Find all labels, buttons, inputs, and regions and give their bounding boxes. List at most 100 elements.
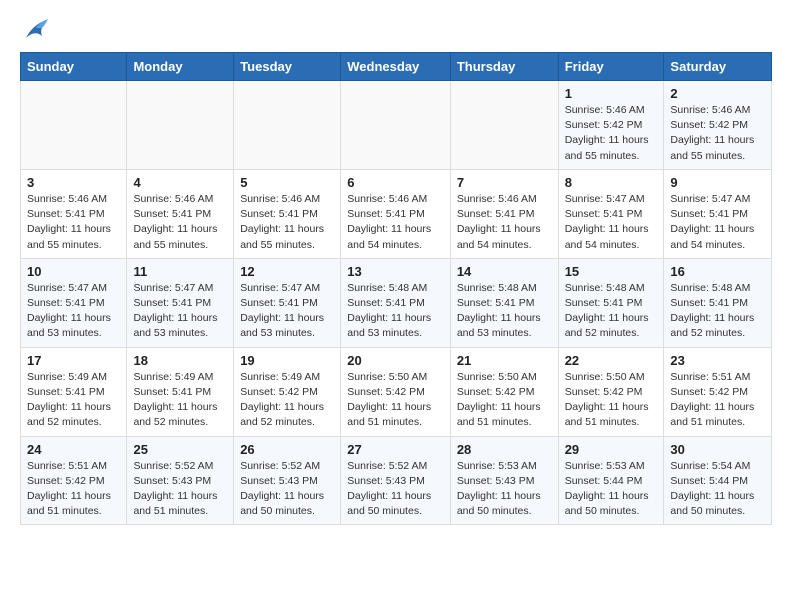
day-info: Sunrise: 5:54 AMSunset: 5:44 PMDaylight:… [670,459,765,520]
day-info: Sunrise: 5:47 AMSunset: 5:41 PMDaylight:… [240,281,334,342]
calendar-cell: 26Sunrise: 5:52 AMSunset: 5:43 PMDayligh… [234,436,341,525]
day-number: 15 [565,264,658,279]
calendar-cell: 15Sunrise: 5:48 AMSunset: 5:41 PMDayligh… [558,258,664,347]
calendar-cell: 11 Sunrise: 5:47 AMSunset: 5:41 PMDayligh… [127,258,234,347]
day-number: 21 [457,353,552,368]
day-number: 10 [27,264,120,279]
calendar-cell: 23 Sunrise: 5:51 AMSunset: 5:42 PMDayligh… [664,347,772,436]
day-info: Sunrise: 5:47 AMSunset: 5:41 PMDaylight:… [133,281,227,342]
day-number: 30 [670,442,765,457]
day-info: Sunrise: 5:50 AMSunset: 5:42 PMDaylight:… [565,370,658,431]
calendar-cell: 4 Sunrise: 5:46 AMSunset: 5:41 PMDaylight… [127,169,234,258]
day-number: 12 [240,264,334,279]
calendar-cell: 6Sunrise: 5:46 AMSunset: 5:41 PMDaylight… [341,169,451,258]
calendar-cell: 2 Sunrise: 5:46 AMSunset: 5:42 PMDaylight… [664,81,772,170]
day-number: 19 [240,353,334,368]
day-number: 18 [133,353,227,368]
day-info: Sunrise: 5:46 AMSunset: 5:41 PMDaylight:… [240,192,334,253]
calendar-cell: 21 Sunrise: 5:50 AMSunset: 5:42 PMDayligh… [450,347,558,436]
day-number: 27 [347,442,444,457]
weekday-header-thursday: Thursday [450,53,558,81]
day-number: 2 [670,86,765,101]
calendar-cell [127,81,234,170]
calendar-cell [450,81,558,170]
day-number: 20 [347,353,444,368]
weekday-header-tuesday: Tuesday [234,53,341,81]
calendar-week-row: 17 Sunrise: 5:49 AMSunset: 5:41 PMDayligh… [21,347,772,436]
day-info: Sunrise: 5:47 AMSunset: 5:41 PMDaylight:… [565,192,658,253]
calendar-cell: 25 Sunrise: 5:52 AMSunset: 5:43 PMDayligh… [127,436,234,525]
day-number: 1 [565,86,658,101]
day-number: 3 [27,175,120,190]
day-number: 5 [240,175,334,190]
header [20,16,772,44]
day-number: 16 [670,264,765,279]
calendar-cell [21,81,127,170]
day-number: 25 [133,442,227,457]
day-info: Sunrise: 5:53 AMSunset: 5:43 PMDaylight:… [457,459,552,520]
day-number: 11 [133,264,227,279]
day-number: 4 [133,175,227,190]
day-info: Sunrise: 5:46 AMSunset: 5:42 PMDaylight:… [565,103,658,164]
day-info: Sunrise: 5:51 AMSunset: 5:42 PMDaylight:… [670,370,765,431]
weekday-header-wednesday: Wednesday [341,53,451,81]
day-number: 23 [670,353,765,368]
day-info: Sunrise: 5:49 AMSunset: 5:42 PMDaylight:… [240,370,334,431]
calendar-table: SundayMondayTuesdayWednesdayThursdayFrid… [20,52,772,525]
calendar-cell: 29 Sunrise: 5:53 AMSunset: 5:44 PMDayligh… [558,436,664,525]
day-number: 7 [457,175,552,190]
day-info: Sunrise: 5:49 AMSunset: 5:41 PMDaylight:… [27,370,120,431]
calendar-cell: 24 Sunrise: 5:51 AMSunset: 5:42 PMDayligh… [21,436,127,525]
day-info: Sunrise: 5:48 AMSunset: 5:41 PMDaylight:… [347,281,444,342]
day-info: Sunrise: 5:53 AMSunset: 5:44 PMDaylight:… [565,459,658,520]
calendar-cell: 20 Sunrise: 5:50 AMSunset: 5:42 PMDayligh… [341,347,451,436]
day-number: 26 [240,442,334,457]
calendar-cell: 8 Sunrise: 5:47 AMSunset: 5:41 PMDaylight… [558,169,664,258]
calendar-cell [341,81,451,170]
calendar-week-row: 24 Sunrise: 5:51 AMSunset: 5:42 PMDayligh… [21,436,772,525]
calendar-cell: 30 Sunrise: 5:54 AMSunset: 5:44 PMDayligh… [664,436,772,525]
day-number: 29 [565,442,658,457]
calendar-cell: 16 Sunrise: 5:48 AMSunset: 5:41 PMDayligh… [664,258,772,347]
day-info: Sunrise: 5:52 AMSunset: 5:43 PMDaylight:… [133,459,227,520]
day-number: 17 [27,353,120,368]
day-info: Sunrise: 5:52 AMSunset: 5:43 PMDaylight:… [347,459,444,520]
weekday-header-monday: Monday [127,53,234,81]
calendar-cell: 18Sunrise: 5:49 AMSunset: 5:41 PMDayligh… [127,347,234,436]
calendar-cell: 1 Sunrise: 5:46 AMSunset: 5:42 PMDaylight… [558,81,664,170]
day-number: 22 [565,353,658,368]
day-info: Sunrise: 5:51 AMSunset: 5:42 PMDaylight:… [27,459,120,520]
day-info: Sunrise: 5:50 AMSunset: 5:42 PMDaylight:… [347,370,444,431]
weekday-header-saturday: Saturday [664,53,772,81]
logo-bird-icon [22,16,50,44]
day-info: Sunrise: 5:46 AMSunset: 5:41 PMDaylight:… [133,192,227,253]
day-info: Sunrise: 5:46 AMSunset: 5:41 PMDaylight:… [457,192,552,253]
day-info: Sunrise: 5:46 AMSunset: 5:41 PMDaylight:… [347,192,444,253]
calendar-cell: 13Sunrise: 5:48 AMSunset: 5:41 PMDayligh… [341,258,451,347]
calendar-week-row: 3 Sunrise: 5:46 AMSunset: 5:41 PMDaylight… [21,169,772,258]
calendar-header-row: SundayMondayTuesdayWednesdayThursdayFrid… [21,53,772,81]
day-info: Sunrise: 5:46 AMSunset: 5:42 PMDaylight:… [670,103,765,164]
calendar-cell [234,81,341,170]
logo [20,20,50,44]
weekday-header-friday: Friday [558,53,664,81]
calendar-cell: 10 Sunrise: 5:47 AMSunset: 5:41 PMDayligh… [21,258,127,347]
day-info: Sunrise: 5:46 AMSunset: 5:41 PMDaylight:… [27,192,120,253]
calendar-cell: 17 Sunrise: 5:49 AMSunset: 5:41 PMDayligh… [21,347,127,436]
day-info: Sunrise: 5:47 AMSunset: 5:41 PMDaylight:… [27,281,120,342]
calendar-cell: 14Sunrise: 5:48 AMSunset: 5:41 PMDayligh… [450,258,558,347]
calendar-cell: 19 Sunrise: 5:49 AMSunset: 5:42 PMDayligh… [234,347,341,436]
day-info: Sunrise: 5:48 AMSunset: 5:41 PMDaylight:… [670,281,765,342]
calendar-week-row: 1 Sunrise: 5:46 AMSunset: 5:42 PMDaylight… [21,81,772,170]
calendar-week-row: 10 Sunrise: 5:47 AMSunset: 5:41 PMDayligh… [21,258,772,347]
day-number: 28 [457,442,552,457]
calendar-cell: 28 Sunrise: 5:53 AMSunset: 5:43 PMDayligh… [450,436,558,525]
calendar-cell: 22 Sunrise: 5:50 AMSunset: 5:42 PMDayligh… [558,347,664,436]
day-number: 8 [565,175,658,190]
day-number: 9 [670,175,765,190]
calendar-cell: 5 Sunrise: 5:46 AMSunset: 5:41 PMDaylight… [234,169,341,258]
day-info: Sunrise: 5:50 AMSunset: 5:42 PMDaylight:… [457,370,552,431]
day-number: 24 [27,442,120,457]
page: SundayMondayTuesdayWednesdayThursdayFrid… [0,0,792,545]
day-info: Sunrise: 5:48 AMSunset: 5:41 PMDaylight:… [457,281,552,342]
